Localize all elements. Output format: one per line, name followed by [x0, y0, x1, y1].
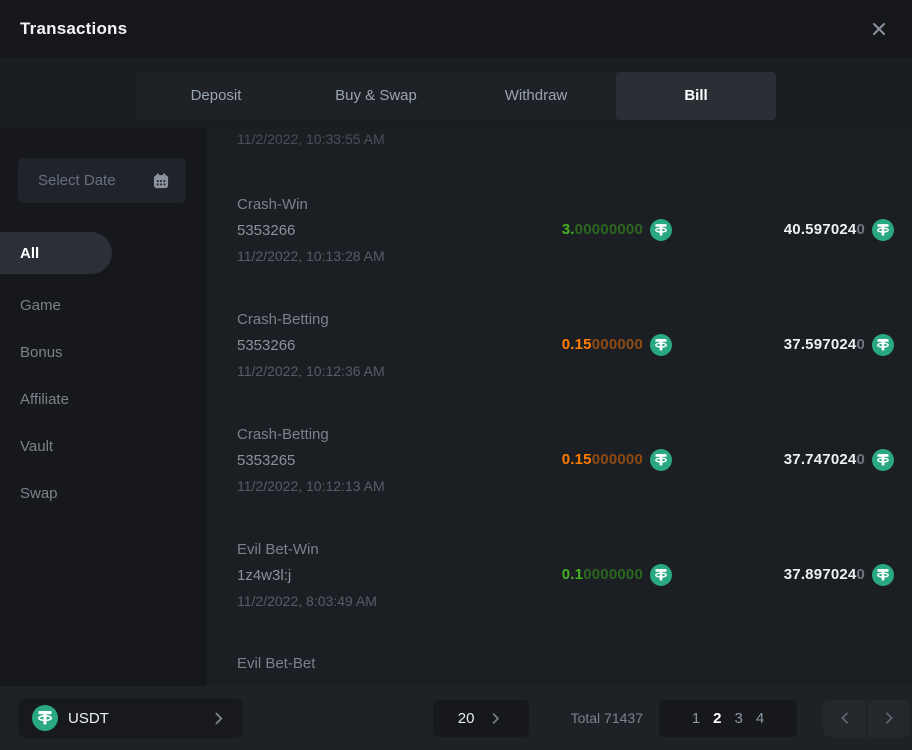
transaction-row: Crash-Win 5353266 11/2/2022, 10:13:28 AM…: [237, 172, 894, 287]
row-amount: 0.15000000: [462, 334, 672, 356]
tether-coin-icon: [650, 564, 672, 586]
tether-coin-icon: [872, 334, 894, 356]
filter-affiliate[interactable]: Affiliate: [0, 376, 207, 423]
row-info: Crash-Betting 5353265 11/2/2022, 10:12:1…: [237, 426, 462, 494]
modal-title: Transactions: [20, 19, 127, 39]
tether-coin-icon: [650, 334, 672, 356]
tether-coin-icon: [872, 219, 894, 241]
tether-coin-icon: [650, 219, 672, 241]
tether-coin-icon: [650, 449, 672, 471]
row-date: 11/2/2022, 10:12:36 AM: [237, 363, 462, 379]
row-date: 11/2/2022, 10:13:28 AM: [237, 248, 462, 264]
clipped-row-date: 11/2/2022, 10:33:55 AM: [237, 131, 894, 148]
transaction-rows: Crash-Win 5353266 11/2/2022, 10:13:28 AM…: [237, 172, 894, 686]
transaction-row: Evil Bet-Win 1z4w3l:j 11/2/2022, 8:03:49…: [237, 517, 894, 632]
filter-game[interactable]: Game: [0, 282, 207, 329]
transaction-row: Crash-Betting 5353265 11/2/2022, 10:12:1…: [237, 402, 894, 517]
row-amount: 0.10000000: [462, 564, 672, 586]
transaction-row: Crash-Betting 5353266 11/2/2022, 10:12:3…: [237, 287, 894, 402]
tether-coin-icon: [872, 564, 894, 586]
filter-sidebar: Select Date All: [0, 128, 207, 686]
transactions-modal: Transactions Deposit Buy & Swap Withdraw…: [0, 0, 912, 750]
row-balance: 37.5970240: [672, 334, 894, 356]
page-1[interactable]: 1: [692, 710, 700, 727]
row-id: 1z4w3l:j: [237, 567, 462, 584]
row-info: Crash-Win 5353266 11/2/2022, 10:13:28 AM: [237, 196, 462, 264]
row-title: Evil Bet-Win: [237, 541, 462, 558]
next-page-button[interactable]: [867, 700, 910, 737]
modal-body: Select Date All: [0, 128, 912, 686]
row-amount: 0.15000000: [462, 449, 672, 471]
filter-bonus[interactable]: Bonus: [0, 329, 207, 376]
page-3[interactable]: 3: [735, 710, 743, 727]
row-info: Evil Bet-Win 1z4w3l:j 11/2/2022, 8:03:49…: [237, 541, 462, 609]
tab-group: Deposit Buy & Swap Withdraw Bill: [136, 72, 776, 120]
close-icon[interactable]: [866, 16, 892, 42]
filter-vault[interactable]: Vault: [0, 423, 207, 470]
filter-list: All Game Bonus Affiliate Vault Swap: [0, 232, 207, 517]
modal-header: Transactions: [0, 0, 912, 57]
row-date: 11/2/2022, 10:12:13 AM: [237, 478, 462, 494]
currency-label: USDT: [68, 710, 200, 727]
tab-withdraw[interactable]: Withdraw: [456, 72, 616, 120]
tether-coin-icon: [32, 705, 58, 731]
row-amount: 3.00000000: [462, 219, 672, 241]
row-balance: 37.7470240: [672, 449, 894, 471]
row-id: 5353266: [237, 337, 462, 354]
chevron-right-icon: [210, 710, 227, 727]
tab-deposit[interactable]: Deposit: [136, 72, 296, 120]
chevron-right-icon: [488, 711, 503, 726]
row-balance: 37.8970240: [672, 564, 894, 586]
modal-footer: USDT 20 Total 71437 1 2 3 4: [0, 686, 912, 750]
transaction-row: Evil Bet-Bet: [237, 632, 894, 686]
row-id: 5353265: [237, 452, 462, 469]
page-4[interactable]: 4: [756, 710, 764, 727]
currency-selector[interactable]: USDT: [18, 698, 243, 738]
row-title: Evil Bet-Bet: [237, 655, 315, 672]
filter-swap[interactable]: Swap: [0, 470, 207, 517]
tether-coin-icon: [872, 449, 894, 471]
row-title: Crash-Betting: [237, 311, 462, 328]
date-picker[interactable]: Select Date: [18, 158, 186, 203]
row-info: Crash-Betting 5353266 11/2/2022, 10:12:3…: [237, 311, 462, 379]
date-picker-placeholder: Select Date: [38, 172, 116, 189]
row-title: Crash-Win: [237, 196, 462, 213]
transaction-list[interactable]: 11/2/2022, 10:33:55 AM Crash-Win 5353266…: [207, 128, 912, 686]
page-size-selector[interactable]: 20: [433, 700, 529, 737]
pagination: 1 2 3 4: [659, 700, 797, 737]
tab-buy-swap[interactable]: Buy & Swap: [296, 72, 456, 120]
row-title: Crash-Betting: [237, 426, 462, 443]
total-count-label: Total 71437: [571, 710, 643, 726]
page-size-value: 20: [458, 710, 475, 727]
row-date: 11/2/2022, 8:03:49 AM: [237, 593, 462, 609]
prev-page-button[interactable]: [823, 700, 867, 737]
row-id: 5353266: [237, 222, 462, 239]
tab-band: Deposit Buy & Swap Withdraw Bill: [0, 57, 912, 128]
page-2[interactable]: 2: [713, 710, 721, 727]
chevron-left-icon: [837, 710, 853, 726]
chevron-right-icon: [881, 710, 897, 726]
tab-bill[interactable]: Bill: [616, 72, 776, 120]
filter-all[interactable]: All: [0, 232, 112, 274]
calendar-icon: [151, 171, 171, 191]
row-balance: 40.5970240: [672, 219, 894, 241]
pagination-arrows: [823, 700, 910, 737]
